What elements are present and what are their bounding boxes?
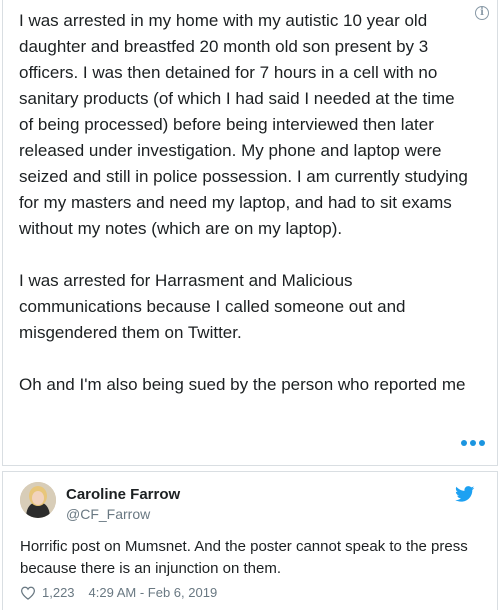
tweet-card[interactable]: Caroline Farrow @CF_Farrow Horrific post… bbox=[2, 471, 498, 610]
tweet-text: Horrific post on Mumsnet. And the poster… bbox=[20, 538, 468, 577]
info-icon[interactable]: i bbox=[475, 6, 489, 20]
tweet-meta: 1,223 4:29 AM - Feb 6, 2019 bbox=[20, 585, 217, 600]
author-handle[interactable]: @CF_Farrow bbox=[66, 506, 150, 522]
twitter-bird-icon[interactable] bbox=[455, 486, 475, 502]
heart-icon[interactable] bbox=[20, 586, 36, 600]
post-body: I was arrested in my home with my autist… bbox=[19, 8, 471, 398]
tweet-timestamp[interactable]: 4:29 AM - Feb 6, 2019 bbox=[89, 585, 218, 600]
avatar[interactable] bbox=[20, 482, 56, 518]
post-paragraph: I was arrested in my home with my autist… bbox=[19, 11, 468, 238]
more-dots-icon[interactable] bbox=[461, 440, 485, 446]
quoted-post-card: i I was arrested in my home with my auti… bbox=[2, 0, 498, 466]
post-paragraph: I was arrested for Harrasment and Malici… bbox=[19, 271, 406, 342]
author-name[interactable]: Caroline Farrow bbox=[66, 486, 180, 503]
like-count[interactable]: 1,223 bbox=[42, 585, 75, 600]
post-paragraph: Oh and I'm also being sued by the person… bbox=[19, 375, 466, 394]
